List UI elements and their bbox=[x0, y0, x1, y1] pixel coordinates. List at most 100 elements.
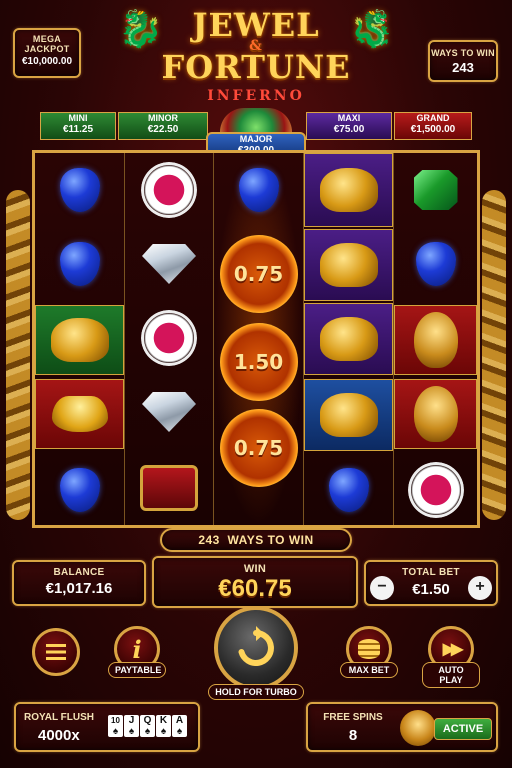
reel-3-cell-3: 1.50 bbox=[214, 323, 303, 401]
reel-5-cell-5 bbox=[394, 453, 477, 527]
menu-button[interactable] bbox=[32, 628, 80, 676]
blue-sapphire-icon bbox=[59, 168, 100, 212]
jackpot-grand-label: GRAND bbox=[416, 113, 450, 123]
reel-3-cell-1 bbox=[214, 153, 303, 227]
gold-ingot-icon bbox=[51, 396, 108, 432]
win-label: WIN bbox=[243, 563, 267, 575]
reel-3-cell-5 bbox=[214, 483, 303, 527]
ways-to-win-banner: 243 WAYS TO WIN bbox=[160, 528, 352, 552]
diamond-icon bbox=[142, 392, 196, 432]
golden-turtle-icon bbox=[319, 243, 378, 287]
reel-3: 0.75 1.50 0.75 bbox=[213, 153, 303, 525]
reel-4-cell-2 bbox=[304, 229, 393, 301]
reel-2-cell-5 bbox=[125, 449, 213, 527]
title-line-2: FORTUNE bbox=[161, 48, 351, 86]
reel-5-cell-4 bbox=[394, 379, 477, 449]
reel-4-cell-4 bbox=[304, 379, 393, 451]
reel-2-cell-1 bbox=[125, 153, 213, 227]
ways-to-win-box: WAYS TO WIN 243 bbox=[428, 40, 498, 82]
hamburger-menu-icon bbox=[46, 644, 66, 660]
paytable-label: PAYTABLE bbox=[108, 662, 166, 678]
balance-value: €1,017.16 bbox=[45, 580, 113, 597]
lion-knocker-icon bbox=[413, 312, 458, 368]
major-gem-icon bbox=[220, 108, 292, 132]
reel-grid[interactable]: 0.75 1.50 0.75 bbox=[32, 150, 480, 528]
max-bet-label: MAX BET bbox=[340, 662, 398, 678]
reel-1-cell-3 bbox=[35, 305, 124, 375]
bet-decrease-button[interactable]: − bbox=[370, 576, 394, 600]
jackpot-grand-value: €1,500.00 bbox=[410, 124, 456, 135]
total-bet-value: €1.50 bbox=[412, 581, 450, 598]
mega-jackpot-value: €10,000.00 bbox=[21, 56, 73, 67]
reel-2-cell-3 bbox=[125, 301, 213, 375]
blue-sapphire-icon bbox=[415, 242, 456, 286]
free-spins-value: 8 bbox=[348, 727, 358, 744]
bet-increase-button[interactable]: + bbox=[468, 576, 492, 600]
reel-5 bbox=[393, 153, 477, 525]
win-value: €60.75 bbox=[218, 575, 292, 602]
playing-card-q: Q ♠ bbox=[140, 715, 155, 737]
spin-caption: HOLD FOR TURBO bbox=[208, 684, 304, 700]
jackpot-maxi-label: MAXI bbox=[337, 113, 361, 123]
reel-5-cell-3 bbox=[394, 305, 477, 375]
blue-sapphire-icon bbox=[59, 242, 100, 286]
golden-toad-icon bbox=[319, 393, 378, 437]
golden-turtle-icon bbox=[319, 317, 378, 361]
subtitle: INFERNO bbox=[207, 88, 305, 104]
mega-jackpot-label: MEGA bbox=[32, 34, 62, 44]
pearl-ruby-necklace-icon bbox=[407, 462, 464, 518]
blue-sapphire-icon bbox=[238, 168, 279, 212]
royal-flush-panel: ROYAL FLUSH 4000x 10 ♠J ♠Q ♠K ♠A ♠ bbox=[14, 702, 200, 752]
right-pillar-dragon-icon bbox=[482, 190, 506, 520]
spin-button[interactable] bbox=[214, 606, 298, 690]
playing-card-j: J ♠ bbox=[124, 715, 139, 737]
lion-knocker-icon bbox=[413, 386, 458, 442]
reel-2-cell-4 bbox=[125, 375, 213, 449]
reel-5-cell-1 bbox=[394, 153, 477, 227]
total-bet-panel: TOTAL BET − €1.50 + bbox=[364, 560, 498, 606]
golden-turtle-icon bbox=[319, 168, 378, 212]
mega-jackpot-label-2: JACKPOT bbox=[24, 44, 70, 54]
refresh-icon bbox=[238, 626, 274, 666]
free-spins-status-badge: ACTIVE bbox=[434, 718, 492, 740]
card-rank: 10 bbox=[111, 716, 120, 725]
reel-4-cell-3 bbox=[304, 303, 393, 375]
coin-stack-icon bbox=[358, 639, 380, 659]
pearl-ruby-necklace-icon bbox=[141, 162, 197, 218]
treasure-chest-icon bbox=[140, 465, 198, 511]
reel-3-cell-4: 0.75 bbox=[214, 409, 303, 487]
jackpot-minor: MINOR €22.50 bbox=[118, 112, 208, 140]
fire-coin-1: 0.75 bbox=[219, 235, 298, 313]
reel-4 bbox=[303, 153, 393, 525]
royal-flush-value: 4000x bbox=[38, 727, 80, 744]
pearl-ruby-necklace-icon bbox=[141, 310, 197, 366]
win-panel: WIN €60.75 bbox=[152, 556, 358, 608]
jackpot-major-label: MAJOR bbox=[239, 134, 273, 144]
reel-1-cell-5 bbox=[35, 453, 124, 527]
jackpot-mini-value: €11.25 bbox=[62, 124, 94, 135]
golden-buddha-icon bbox=[50, 318, 109, 362]
reel-3-cell-2: 0.75 bbox=[214, 235, 303, 313]
card-rank: A bbox=[175, 715, 184, 726]
reel-1-cell-1 bbox=[35, 153, 124, 227]
card-rank: K bbox=[159, 715, 168, 726]
playing-card-a: A ♠ bbox=[172, 715, 187, 737]
playing-card-k: K ♠ bbox=[156, 715, 171, 737]
jackpot-maxi: MAXI €75.00 bbox=[306, 112, 392, 140]
diamond-icon bbox=[142, 244, 196, 284]
left-pillar-dragon-icon bbox=[6, 190, 30, 520]
free-spins-panel: FREE SPINS 8 ACTIVE bbox=[306, 702, 498, 752]
reel-5-cell-2 bbox=[394, 227, 477, 301]
fire-coin-3: 0.75 bbox=[219, 409, 298, 487]
jackpot-grand: GRAND €1,500.00 bbox=[394, 112, 472, 140]
card-rank: J bbox=[128, 715, 135, 726]
jackpot-mini-label: MINI bbox=[68, 113, 88, 123]
mega-jackpot-box: MEGA JACKPOT €10,000.00 bbox=[13, 28, 81, 78]
royal-flush-cards: 10 ♠J ♠Q ♠K ♠A ♠ bbox=[108, 715, 188, 739]
reel-1 bbox=[35, 153, 124, 525]
jackpot-maxi-value: €75.00 bbox=[333, 124, 365, 135]
jackpot-minor-value: €22.50 bbox=[147, 124, 179, 135]
playing-card-10: 10 ♠ bbox=[108, 715, 123, 737]
fire-coin-2: 1.50 bbox=[219, 323, 298, 401]
blue-sapphire-icon bbox=[59, 468, 100, 512]
